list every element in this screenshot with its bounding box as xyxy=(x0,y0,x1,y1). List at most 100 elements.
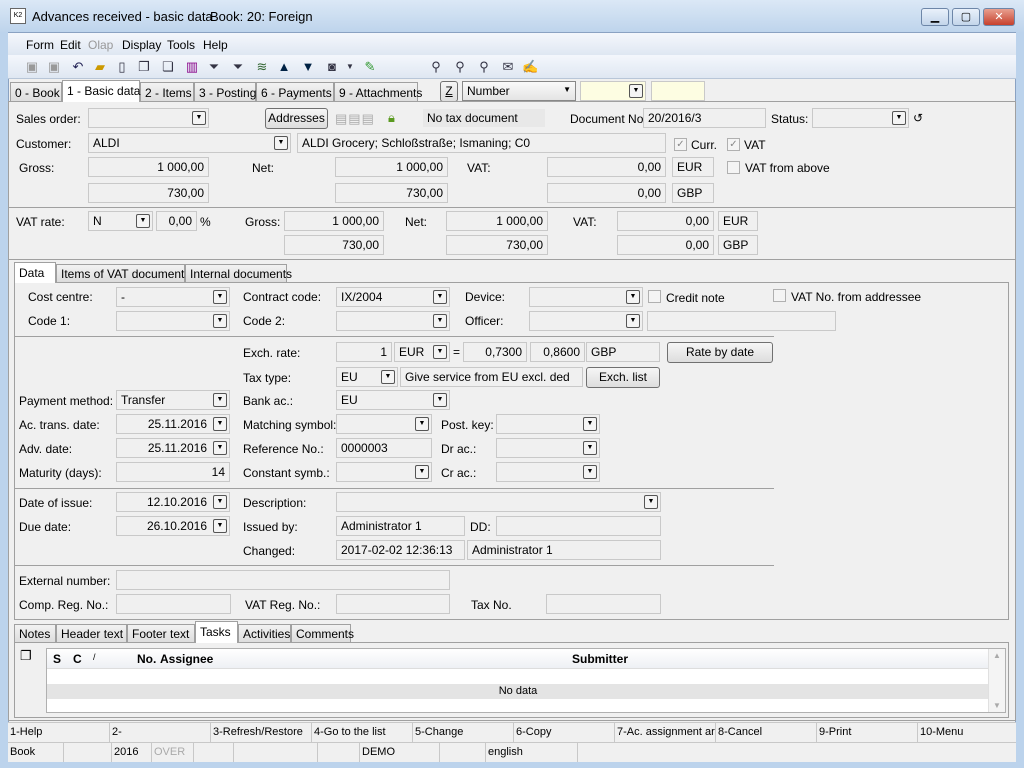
tab-payments[interactable]: 6 - Payments xyxy=(256,82,334,102)
code1-select[interactable]: ▼ xyxy=(116,311,230,331)
chevron-down-icon[interactable]: ▼ xyxy=(583,465,597,479)
chevron-down-icon[interactable]: ▼ xyxy=(892,111,906,125)
curr-checkbox[interactable]: ✓ xyxy=(674,138,687,151)
f1-help[interactable]: 1-Help xyxy=(8,723,110,742)
chevron-down-icon[interactable]: ▼ xyxy=(626,314,640,328)
sort-z-button[interactable]: Z xyxy=(440,81,458,102)
constant-symb-select[interactable]: ▼ xyxy=(336,462,432,482)
notes-icon[interactable]: ✍ xyxy=(522,59,538,75)
chevron-down-icon[interactable]: ▼ xyxy=(415,417,429,431)
vat-checkbox[interactable]: ✓ xyxy=(727,138,740,151)
rate2-field[interactable]: 0,8600 xyxy=(530,342,585,362)
tab-posting[interactable]: 3 - Posting xyxy=(194,82,256,102)
date-of-issue-field[interactable]: 12.10.2016 ▼ xyxy=(116,492,230,512)
column-attachment[interactable]: / xyxy=(93,652,96,662)
rate1-field[interactable]: 0,7300 xyxy=(463,342,527,362)
chevron-down-icon[interactable]: ▼ xyxy=(644,495,658,509)
new-task-icon[interactable]: ❐ xyxy=(20,648,32,664)
menu-tools[interactable]: Tools xyxy=(167,38,195,52)
external-number-field[interactable] xyxy=(116,570,450,590)
menu-olap[interactable]: Olap xyxy=(88,38,113,52)
f2[interactable]: 2- xyxy=(110,723,211,742)
tax-no-field[interactable] xyxy=(546,594,661,614)
status-select[interactable]: ▼ xyxy=(812,108,909,128)
rate-by-date-button[interactable]: Rate by date xyxy=(667,342,773,363)
chevron-down-icon[interactable]: ▼ xyxy=(274,136,288,150)
lock-icon[interactable]: 🔒︎ xyxy=(388,110,395,126)
adv-date-field[interactable]: 25.11.2016 ▼ xyxy=(116,438,230,458)
column-c[interactable]: C xyxy=(73,652,82,666)
quick-search-select[interactable]: ▼ xyxy=(580,81,646,101)
tab-tasks[interactable]: Tasks xyxy=(195,621,238,643)
binoculars-icon[interactable]: ⚲ xyxy=(428,59,444,75)
arrow-up-icon[interactable]: ▲ xyxy=(276,59,292,75)
customer-select[interactable]: ALDI ▼ xyxy=(88,133,291,153)
chevron-down-icon[interactable]: ▼ xyxy=(136,214,150,228)
menu-help[interactable]: Help xyxy=(203,38,228,52)
code2-select[interactable]: ▼ xyxy=(336,311,450,331)
column-no[interactable]: No. xyxy=(137,652,156,666)
chevron-down-icon[interactable]: ▼ xyxy=(583,417,597,431)
close-button[interactable]: ✕ xyxy=(983,8,1015,26)
vat-no-addressee-checkbox[interactable] xyxy=(773,289,786,302)
document-no-field[interactable]: 20/2016/3 xyxy=(643,108,766,128)
arrow-down-icon[interactable]: ▼ xyxy=(300,59,316,75)
credit-note-checkbox[interactable] xyxy=(648,290,661,303)
tab-book[interactable]: 0 - Book xyxy=(10,82,62,102)
subtab-internal-docs[interactable]: Internal documents xyxy=(185,264,292,282)
find-prev-icon[interactable]: ⚲ xyxy=(476,59,492,75)
menu-form[interactable]: Form xyxy=(26,38,54,52)
post-key-select[interactable]: ▼ xyxy=(496,414,600,434)
officer-select[interactable]: ▼ xyxy=(529,311,643,331)
tab-comments[interactable]: Comments xyxy=(291,624,354,643)
mail-icon[interactable]: ✉ xyxy=(500,59,516,75)
chevron-down-icon[interactable]: ▼ xyxy=(433,314,447,328)
chevron-down-icon[interactable]: ▼ xyxy=(583,441,597,455)
f3-refresh[interactable]: 3-Refresh/Restore xyxy=(211,723,312,742)
tab-attachments[interactable]: 9 - Attachments xyxy=(334,82,422,102)
chevron-down-icon[interactable]: ▼ xyxy=(415,465,429,479)
f5-change[interactable]: 5-Change xyxy=(413,723,514,742)
vat-percent-field[interactable]: 0,00 xyxy=(156,211,197,231)
payment-method-select[interactable]: Transfer ▼ xyxy=(116,390,230,410)
description-select[interactable]: ▼ xyxy=(336,492,661,512)
dd-field[interactable] xyxy=(496,516,661,536)
chevron-down-icon[interactable]: ▼ xyxy=(626,290,640,304)
sales-order-select[interactable]: ▼ xyxy=(88,108,209,128)
tab-basic-data[interactable]: 1 - Basic data xyxy=(62,80,140,102)
matching-symbol-select[interactable]: ▼ xyxy=(336,414,432,434)
f10-menu[interactable]: 10-Menu xyxy=(918,723,1016,742)
undo-icon[interactable]: ↶ xyxy=(70,59,86,75)
grid-scrollbar[interactable]: ▲ ▼ xyxy=(988,649,1005,712)
device-select[interactable]: ▼ xyxy=(529,287,643,307)
scroll-down-icon[interactable]: ▼ xyxy=(993,701,1001,710)
tab-items[interactable]: 2 - Items xyxy=(140,82,194,102)
chevron-down-icon[interactable]: ▼ xyxy=(433,290,447,304)
cr-ac-select[interactable]: ▼ xyxy=(496,462,600,482)
f6-copy[interactable]: 6-Copy xyxy=(514,723,615,742)
comp-reg-field[interactable] xyxy=(116,594,231,614)
maximize-button[interactable]: ▢ xyxy=(952,8,980,26)
bank-ac-select[interactable]: EU ▼ xyxy=(336,390,450,410)
dropdown-arrow-icon[interactable]: ▼ xyxy=(342,59,358,75)
save-close-icon[interactable]: ▣ xyxy=(46,59,62,75)
chevron-down-icon[interactable]: ▼ xyxy=(433,393,447,407)
tab-activities[interactable]: Activities xyxy=(238,624,291,643)
menu-edit[interactable]: Edit xyxy=(60,38,81,52)
quick-search-input[interactable] xyxy=(651,81,705,101)
dr-ac-select[interactable]: ▼ xyxy=(496,438,600,458)
minimize-button[interactable]: ▁ xyxy=(921,8,949,26)
exch-qty-field[interactable]: 1 xyxy=(336,342,392,362)
tab-header-text[interactable]: Header text xyxy=(56,624,127,643)
calendar-dropdown-icon[interactable]: ▼ xyxy=(213,417,227,431)
ac-trans-date-field[interactable]: 25.11.2016 ▼ xyxy=(116,414,230,434)
vat-rate-select[interactable]: N ▼ xyxy=(88,211,153,231)
calendar-dropdown-icon[interactable]: ▼ xyxy=(213,519,227,533)
exch-list-button[interactable]: Exch. list xyxy=(586,367,660,388)
chevron-down-icon[interactable]: ▼ xyxy=(381,370,395,384)
tax-type-select[interactable]: EU ▼ xyxy=(336,367,398,387)
contract-code-select[interactable]: IX/2004 ▼ xyxy=(336,287,450,307)
due-date-field[interactable]: 26.10.2016 ▼ xyxy=(116,516,230,536)
filter-list-icon[interactable]: ⏷ xyxy=(230,59,246,75)
vat-from-above-checkbox[interactable] xyxy=(727,161,740,174)
